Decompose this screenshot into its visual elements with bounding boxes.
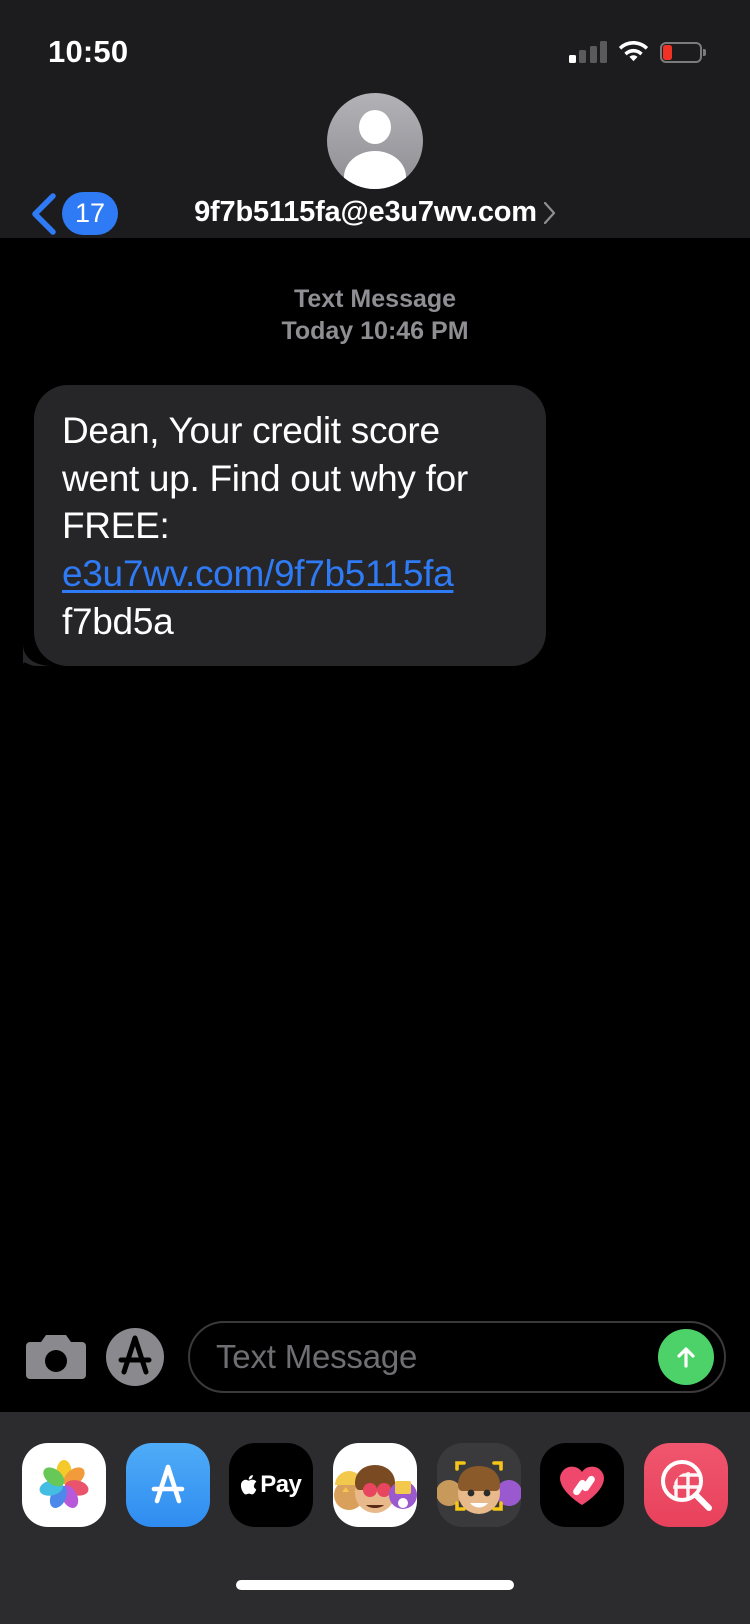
message-input-bar: Text Message	[0, 1302, 750, 1412]
message-time-label: Today 10:46 PM	[281, 316, 469, 345]
status-bar-indicators	[568, 41, 706, 63]
message-link[interactable]: e3u7wv.com/9f7b5115fa	[62, 553, 454, 594]
memoji-stickers-glyph-icon	[333, 1465, 417, 1513]
memoji-stickers-app-icon[interactable]	[332, 1443, 417, 1527]
messages-conversation-screen: 10:50 9f7b5115fa@e3u7wv.com 17 Text Mess…	[0, 0, 750, 1624]
cellular-bars-icon	[568, 41, 607, 63]
thread-timestamp: Text Message Today 10:46 PM	[0, 238, 750, 347]
home-indicator-bar	[0, 1558, 750, 1624]
message-bubble[interactable]: Dean, Your credit score went up. Find ou…	[23, 385, 546, 666]
text-message-field[interactable]: Text Message	[188, 1321, 726, 1393]
message-row-incoming: Dean, Your credit score went up. Find ou…	[0, 385, 750, 666]
heart-icon	[560, 1466, 605, 1505]
message-thread: Text Message Today 10:46 PM Dean, Your c…	[0, 238, 750, 1412]
imessage-app-drawer: Pay	[0, 1412, 750, 1558]
contact-name-row[interactable]: 9f7b5115fa@e3u7wv.com	[194, 196, 556, 229]
status-bar-clock: 10:50	[48, 34, 129, 69]
contact-name: 9f7b5115fa@e3u7wv.com	[194, 196, 537, 228]
apple-pay-app-icon[interactable]: Pay	[229, 1443, 314, 1527]
images-app-icon[interactable]	[643, 1443, 728, 1527]
digital-touch-app-icon[interactable]	[540, 1443, 625, 1527]
photos-app-icon[interactable]	[22, 1443, 106, 1527]
chevron-right-icon	[543, 201, 555, 224]
unread-count-badge: 17	[62, 192, 119, 235]
message-text-part-1: Dean, Your credit score went up. Find ou…	[62, 410, 468, 547]
apple-logo-icon	[241, 1475, 257, 1495]
home-indicator[interactable]	[236, 1580, 514, 1590]
send-button[interactable]	[658, 1329, 714, 1385]
wifi-icon	[618, 41, 649, 62]
camera-icon[interactable]	[24, 1331, 88, 1383]
images-search-icon	[660, 1460, 712, 1511]
battery-low-icon	[660, 41, 706, 63]
memoji-app-icon[interactable]	[436, 1443, 521, 1527]
text-message-placeholder: Text Message	[216, 1338, 418, 1375]
navigation-bar: 9f7b5115fa@e3u7wv.com 17	[0, 88, 750, 238]
bubble-tail-icon	[23, 643, 53, 666]
message-kind-label: Text Message	[293, 285, 457, 313]
memoji-glyph-icon	[436, 1443, 521, 1527]
app-store-icon[interactable]	[104, 1326, 166, 1388]
arrow-up-icon	[677, 1347, 695, 1368]
app-store-glyph-icon	[151, 1464, 184, 1504]
apple-pay-label: Pay	[241, 1471, 302, 1499]
chevron-left-icon	[32, 192, 56, 235]
app-store-app-icon[interactable]	[125, 1443, 210, 1527]
status-bar: 10:50	[0, 0, 750, 88]
avatar	[327, 93, 423, 189]
back-button[interactable]: 17	[30, 192, 119, 235]
message-text-part-2: f7bd5a	[62, 600, 174, 642]
photos-pinwheel-icon	[39, 1460, 89, 1509]
